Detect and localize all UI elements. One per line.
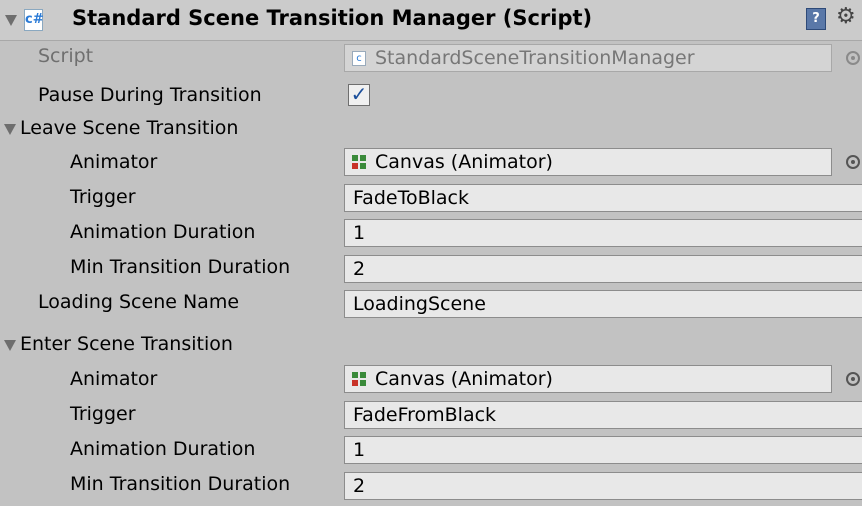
foldout-arrow-icon[interactable]	[5, 15, 17, 26]
leave-min-transition-duration-input[interactable]: 2	[344, 255, 862, 283]
enter-trigger-input[interactable]: FadeFromBlack	[344, 401, 862, 429]
enter-scene-transition-label[interactable]: Enter Scene Transition	[20, 333, 233, 355]
enter-min-transition-duration-label: Min Transition Duration	[70, 473, 291, 495]
leave-animator-picker-icon[interactable]	[846, 155, 860, 169]
script-file-icon: c	[352, 51, 366, 66]
enter-animation-duration-input[interactable]: 1	[344, 436, 862, 464]
enter-animator-picker-icon[interactable]	[846, 372, 860, 386]
script-field: c StandardSceneTransitionManager	[344, 44, 832, 72]
script-value: StandardSceneTransitionManager	[375, 47, 695, 69]
animator-icon	[352, 372, 367, 386]
enter-foldout-arrow-icon[interactable]	[4, 340, 16, 351]
script-icon: c#	[24, 9, 44, 31]
animator-icon	[352, 155, 367, 169]
enter-animation-duration-label: Animation Duration	[70, 438, 256, 460]
component-header: c# Standard Scene Transition Manager (Sc…	[0, 0, 862, 41]
script-picker-icon	[846, 51, 860, 65]
enter-animator-label: Animator	[70, 368, 158, 390]
gear-icon[interactable]: ⚙	[836, 4, 856, 29]
leave-trigger-input[interactable]: FadeToBlack	[344, 184, 862, 212]
script-label: Script	[38, 45, 94, 67]
enter-animator-field[interactable]: Canvas (Animator)	[344, 365, 832, 393]
loading-scene-name-input[interactable]: LoadingScene	[344, 290, 862, 318]
leave-animator-field[interactable]: Canvas (Animator)	[344, 148, 832, 176]
pause-during-transition-checkbox[interactable]: ✓	[348, 84, 370, 106]
leave-min-transition-duration-label: Min Transition Duration	[70, 256, 291, 278]
leave-animator-value: Canvas (Animator)	[375, 151, 553, 173]
enter-animator-value: Canvas (Animator)	[375, 368, 553, 390]
help-icon[interactable]: ?	[806, 8, 826, 30]
component-title: Standard Scene Transition Manager (Scrip…	[72, 6, 593, 30]
leave-animator-label: Animator	[70, 151, 158, 173]
leave-trigger-label: Trigger	[70, 186, 136, 208]
loading-scene-name-label: Loading Scene Name	[38, 291, 240, 313]
enter-trigger-label: Trigger	[70, 403, 136, 425]
pause-during-transition-label: Pause During Transition	[38, 84, 262, 106]
leave-scene-transition-label[interactable]: Leave Scene Transition	[20, 117, 238, 139]
enter-min-transition-duration-input[interactable]: 2	[344, 472, 862, 500]
leave-animation-duration-label: Animation Duration	[70, 221, 256, 243]
leave-animation-duration-input[interactable]: 1	[344, 219, 862, 247]
leave-foldout-arrow-icon[interactable]	[4, 124, 16, 135]
